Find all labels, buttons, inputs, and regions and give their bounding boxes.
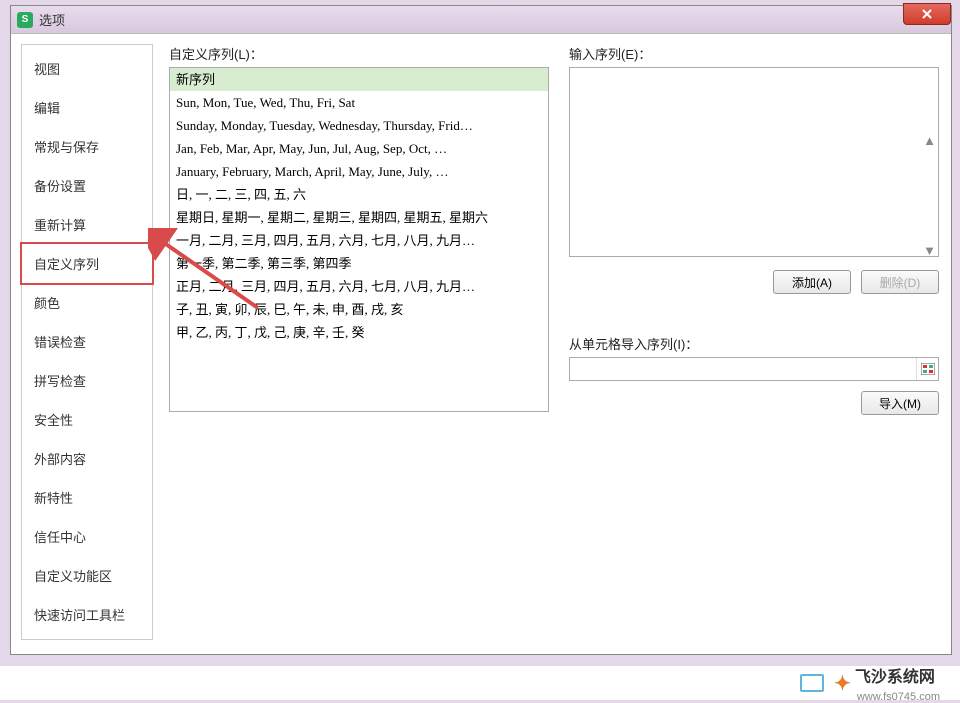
- close-button[interactable]: [903, 3, 951, 25]
- footer-url: www.fs0745.com: [857, 691, 940, 703]
- sidebar-item-13[interactable]: 自定义功能区: [22, 556, 152, 595]
- sidebar-item-1[interactable]: 编辑: [22, 88, 152, 127]
- sidebar-item-10[interactable]: 外部内容: [22, 439, 152, 478]
- sidebar-item-4[interactable]: 重新计算: [22, 205, 152, 244]
- sidebar-item-3[interactable]: 备份设置: [22, 166, 152, 205]
- sidebar-item-7[interactable]: 错误检查: [22, 322, 152, 361]
- sidebar-item-6[interactable]: 颜色: [22, 283, 152, 322]
- sidebar-item-9[interactable]: 安全性: [22, 400, 152, 439]
- titlebar: S 选项: [11, 6, 951, 34]
- import-label: 从单元格导入序列(I)：: [569, 334, 939, 353]
- sidebar-item-12[interactable]: 信任中心: [22, 517, 152, 556]
- list-item[interactable]: 一月, 二月, 三月, 四月, 五月, 六月, 七月, 八月, 九月…: [170, 229, 548, 252]
- scroll-down-icon[interactable]: ▼: [921, 242, 938, 259]
- custom-list-label: 自定义序列(L)：: [169, 44, 549, 63]
- list-item[interactable]: 日, 一, 二, 三, 四, 五, 六: [170, 183, 548, 206]
- custom-list[interactable]: 新序列Sun, Mon, Tue, Wed, Thu, Fri, SatSund…: [169, 67, 549, 412]
- input-sequence-label: 输入序列(E)：: [569, 44, 939, 63]
- list-item[interactable]: 新序列: [170, 68, 548, 91]
- sidebar-item-8[interactable]: 拼写检查: [22, 361, 152, 400]
- list-item[interactable]: Jan, Feb, Mar, Apr, May, Jun, Jul, Aug, …: [170, 137, 548, 160]
- sidebar-item-0[interactable]: 视图: [22, 49, 152, 88]
- scrollbar[interactable]: ▲ ▼: [921, 132, 938, 259]
- sidebar-item-2[interactable]: 常规与保存: [22, 127, 152, 166]
- list-item[interactable]: Sunday, Monday, Tuesday, Wednesday, Thur…: [170, 114, 548, 137]
- range-picker-icon[interactable]: [916, 358, 938, 380]
- sidebar: 视图编辑常规与保存备份设置重新计算自定义序列颜色错误检查拼写检查安全性外部内容新…: [21, 44, 153, 640]
- list-item[interactable]: January, February, March, April, May, Ju…: [170, 160, 548, 183]
- import-range-field[interactable]: [569, 357, 939, 381]
- add-button[interactable]: 添加(A): [773, 270, 851, 294]
- sidebar-item-11[interactable]: 新特性: [22, 478, 152, 517]
- import-range-input[interactable]: [570, 358, 916, 380]
- app-icon: S: [17, 12, 33, 28]
- client-area: 视图编辑常规与保存备份设置重新计算自定义序列颜色错误检查拼写检查安全性外部内容新…: [11, 34, 951, 654]
- import-button[interactable]: 导入(M): [861, 391, 939, 415]
- delete-button: 删除(D): [861, 270, 939, 294]
- footer-brand: 飞沙系统网: [855, 669, 935, 686]
- list-item[interactable]: 正月, 二月, 三月, 四月, 五月, 六月, 七月, 八月, 九月…: [170, 275, 548, 298]
- footer-box-icon: [800, 674, 824, 692]
- close-icon: [921, 8, 933, 20]
- list-item[interactable]: 子, 丑, 寅, 卯, 辰, 巳, 午, 未, 申, 酉, 戌, 亥: [170, 298, 548, 321]
- footer-watermark: ✦ 飞沙系统网 www.fs0745.com: [0, 666, 960, 700]
- list-item[interactable]: 星期日, 星期一, 星期二, 星期三, 星期四, 星期五, 星期六: [170, 206, 548, 229]
- sidebar-item-14[interactable]: 快速访问工具栏: [22, 595, 152, 634]
- options-dialog: S 选项 视图编辑常规与保存备份设置重新计算自定义序列颜色错误检查拼写检查安全性…: [10, 5, 952, 655]
- footer-logo-icon: ✦: [834, 671, 851, 696]
- window-title: 选项: [39, 10, 65, 29]
- content-area: 自定义序列(L)： 新序列Sun, Mon, Tue, Wed, Thu, Fr…: [153, 44, 939, 640]
- sidebar-item-5[interactable]: 自定义序列: [20, 242, 154, 285]
- input-sequence-textarea[interactable]: [569, 67, 939, 257]
- list-item[interactable]: 第一季, 第二季, 第三季, 第四季: [170, 252, 548, 275]
- list-item[interactable]: 甲, 乙, 丙, 丁, 戊, 己, 庚, 辛, 壬, 癸: [170, 321, 548, 344]
- footer-logo: ✦ 飞沙系统网 www.fs0745.com: [834, 663, 940, 703]
- list-item[interactable]: Sun, Mon, Tue, Wed, Thu, Fri, Sat: [170, 91, 548, 114]
- scroll-up-icon[interactable]: ▲: [921, 132, 938, 149]
